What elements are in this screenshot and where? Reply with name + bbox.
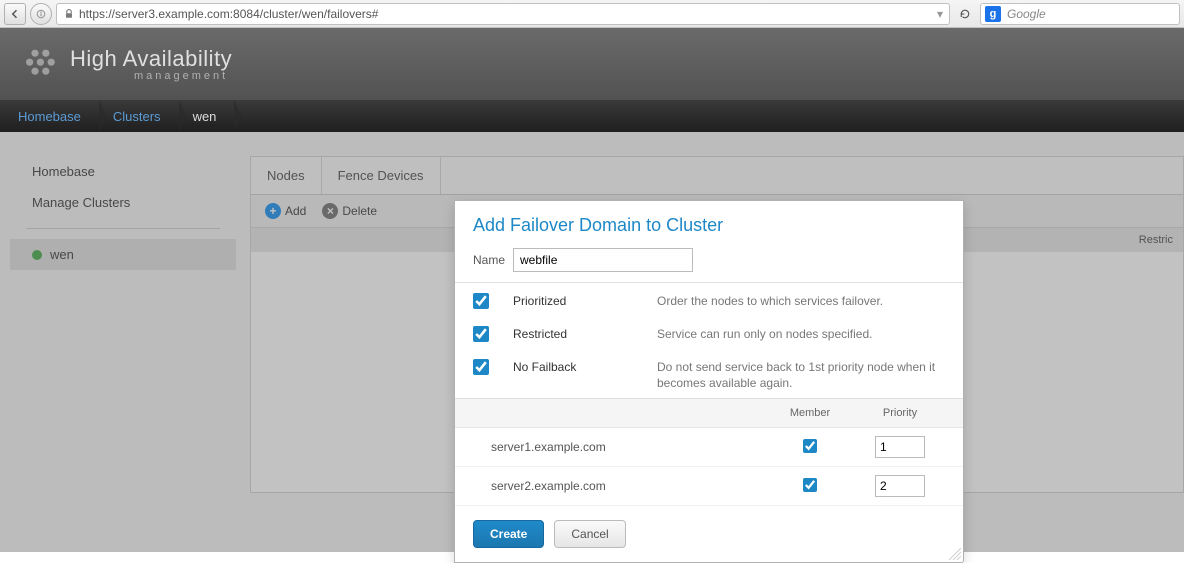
breadcrumb: Homebase Clusters wen bbox=[0, 100, 1184, 132]
cancel-button[interactable]: Cancel bbox=[554, 520, 625, 548]
sidebar: Homebase Manage Clusters wen bbox=[10, 156, 236, 270]
server-table-header: Member Priority bbox=[455, 399, 963, 428]
modal-footer: Create Cancel bbox=[455, 506, 963, 562]
server-name: server2.example.com bbox=[473, 479, 765, 493]
plus-icon: + bbox=[265, 203, 281, 219]
identity-button[interactable] bbox=[30, 3, 52, 25]
name-label: Name bbox=[473, 253, 505, 267]
option-label: Restricted bbox=[513, 326, 633, 341]
app-title: High Availability bbox=[70, 46, 232, 72]
logo-icon bbox=[26, 46, 62, 82]
info-icon bbox=[35, 8, 47, 20]
sidebar-item-homebase[interactable]: Homebase bbox=[10, 156, 236, 187]
search-placeholder: Google bbox=[1007, 7, 1046, 21]
server-priority-input[interactable] bbox=[875, 475, 925, 497]
name-input[interactable] bbox=[513, 248, 693, 272]
add-button[interactable]: + Add bbox=[265, 203, 306, 219]
prioritized-checkbox[interactable] bbox=[473, 293, 489, 309]
server-name: server1.example.com bbox=[473, 440, 765, 454]
column-restricted: Restric bbox=[1133, 234, 1183, 246]
lock-icon bbox=[63, 8, 75, 20]
server-row: server1.example.com bbox=[455, 428, 963, 467]
server-member-checkbox[interactable] bbox=[803, 478, 817, 492]
arrow-left-icon bbox=[9, 8, 21, 20]
option-desc: Service can run only on nodes specified. bbox=[657, 326, 945, 343]
tab-nodes[interactable]: Nodes bbox=[251, 157, 322, 194]
option-label: No Failback bbox=[513, 359, 633, 374]
browser-toolbar: https://server3.example.com:8084/cluster… bbox=[0, 0, 1184, 28]
option-row-no-failback: No Failback Do not send service back to … bbox=[455, 349, 963, 399]
modal-title: Add Failover Domain to Cluster bbox=[455, 201, 963, 248]
option-desc: Order the nodes to which services failov… bbox=[657, 293, 945, 310]
url-text: https://server3.example.com:8084/cluster… bbox=[79, 7, 378, 21]
status-dot-icon bbox=[32, 250, 42, 260]
chevron-down-icon[interactable]: ▾ bbox=[937, 7, 943, 21]
server-row: server2.example.com bbox=[455, 467, 963, 506]
sidebar-item-manage-clusters[interactable]: Manage Clusters bbox=[10, 187, 236, 218]
reload-button[interactable] bbox=[954, 3, 976, 25]
browser-search[interactable]: g Google bbox=[980, 3, 1180, 25]
tab-fence-devices[interactable]: Fence Devices bbox=[322, 157, 441, 194]
sidebar-cluster-label: wen bbox=[50, 247, 74, 262]
option-row-restricted: Restricted Service can run only on nodes… bbox=[455, 316, 963, 349]
breadcrumb-item[interactable]: Homebase bbox=[4, 100, 99, 132]
option-desc: Do not send service back to 1st priority… bbox=[657, 359, 945, 393]
app-header: High Availability management bbox=[0, 28, 1184, 100]
create-button[interactable]: Create bbox=[473, 520, 544, 548]
url-bar[interactable]: https://server3.example.com:8084/cluster… bbox=[56, 3, 950, 25]
google-icon: g bbox=[985, 6, 1001, 22]
back-button[interactable] bbox=[4, 3, 26, 25]
x-icon: × bbox=[322, 203, 338, 219]
column-priority: Priority bbox=[855, 407, 945, 419]
resize-handle-icon[interactable] bbox=[947, 546, 961, 560]
divider bbox=[26, 228, 220, 229]
option-row-prioritized: Prioritized Order the nodes to which ser… bbox=[455, 283, 963, 316]
server-member-checkbox[interactable] bbox=[803, 439, 817, 453]
app-subtitle: management bbox=[134, 70, 232, 82]
option-label: Prioritized bbox=[513, 293, 633, 308]
server-priority-input[interactable] bbox=[875, 436, 925, 458]
tabs: Nodes Fence Devices bbox=[251, 157, 1183, 195]
delete-button[interactable]: × Delete bbox=[322, 203, 377, 219]
no-failback-checkbox[interactable] bbox=[473, 359, 489, 375]
sidebar-item-cluster[interactable]: wen bbox=[10, 239, 236, 270]
app-title-block: High Availability management bbox=[70, 46, 232, 82]
restricted-checkbox[interactable] bbox=[473, 326, 489, 342]
column-member: Member bbox=[765, 407, 855, 419]
add-failover-modal: Add Failover Domain to Cluster Name Prio… bbox=[454, 200, 964, 563]
breadcrumb-item[interactable]: Clusters bbox=[99, 100, 179, 132]
reload-icon bbox=[959, 8, 971, 20]
breadcrumb-item: wen bbox=[179, 100, 235, 132]
